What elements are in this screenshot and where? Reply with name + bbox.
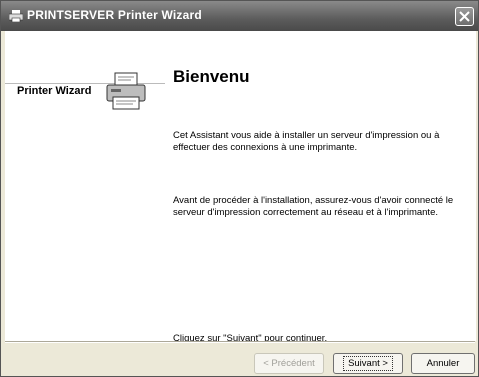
next-button[interactable]: Suivant >	[333, 353, 403, 374]
wizard-window: PRINTSERVER Printer Wizard Printer Wizar…	[0, 0, 479, 377]
previous-button[interactable]: < Précédent	[254, 353, 324, 374]
separator	[5, 341, 475, 343]
wizard-sidebar: Printer Wizard	[5, 31, 165, 341]
intro-text: Cet Assistant vous aide à installer un s…	[173, 130, 440, 153]
wizard-label: Printer Wizard	[17, 85, 92, 97]
page-title: Bienvenu	[173, 67, 250, 86]
close-button[interactable]	[455, 7, 474, 26]
cancel-button[interactable]: Annuler	[411, 353, 475, 374]
button-bar: < Précédent Suivant > Annuler	[1, 341, 478, 376]
close-icon	[459, 11, 470, 22]
title-bar[interactable]: PRINTSERVER Printer Wizard	[1, 1, 478, 31]
printer-icon	[8, 9, 24, 23]
next-button-label: Suivant >	[343, 356, 393, 371]
window-title: PRINTSERVER Printer Wizard	[27, 8, 202, 22]
wizard-main: Bienvenu Cet Assistant vous aide à insta…	[173, 31, 473, 344]
printer-wizard-icon	[105, 71, 149, 111]
wizard-content: Printer Wizard Bienvenu Cet Assistant vo…	[5, 31, 476, 344]
instruction-text: Avant de procéder à l'installation, assu…	[173, 195, 454, 218]
